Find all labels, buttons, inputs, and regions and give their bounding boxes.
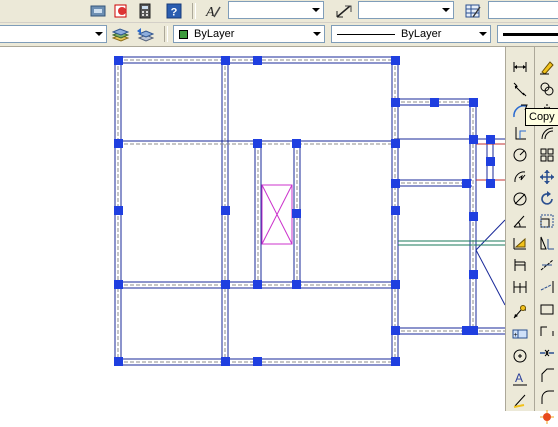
- offset-icon[interactable]: [537, 123, 557, 143]
- chevron-down-icon: [95, 32, 103, 36]
- center-mark-icon[interactable]: [510, 346, 530, 366]
- explode-icon[interactable]: [537, 407, 557, 427]
- plot-preview-icon[interactable]: [88, 1, 108, 20]
- svg-text:A: A: [205, 5, 215, 19]
- dimension-edit-icon[interactable]: A: [510, 368, 530, 388]
- modify-toolbar: [534, 47, 558, 424]
- fillet-icon[interactable]: [537, 387, 557, 407]
- ordinate-dimension-icon[interactable]: [510, 123, 530, 143]
- tolerance-icon[interactable]: +: [510, 324, 530, 344]
- stretch-icon[interactable]: [537, 233, 557, 253]
- extend-icon[interactable]: [537, 277, 557, 297]
- text-style-icon[interactable]: A: [203, 1, 223, 20]
- table-style-icon[interactable]: [463, 1, 483, 20]
- svg-text:+: +: [513, 332, 517, 339]
- copy-tooltip: Copy: [525, 108, 558, 126]
- quick-leader-icon[interactable]: [510, 302, 530, 322]
- chevron-down-icon: [479, 32, 487, 36]
- beam-lines: [114, 56, 506, 366]
- dimension-toolbar: + A: [505, 47, 534, 411]
- break-icon[interactable]: [537, 321, 557, 341]
- copy-icon[interactable]: [537, 79, 557, 99]
- join-icon[interactable]: [537, 343, 557, 363]
- svg-text:A: A: [515, 371, 523, 385]
- svg-text:?: ?: [171, 6, 178, 18]
- scale-icon[interactable]: [537, 211, 557, 231]
- chevron-down-icon: [442, 8, 450, 12]
- break-at-point-icon[interactable]: [537, 299, 557, 319]
- linetype-value: ByLayer: [401, 28, 442, 40]
- lineweight-sample: [503, 33, 558, 36]
- standard-toolbar: ? A: [0, 0, 558, 23]
- color-control-dropdown[interactable]: ByLayer: [173, 25, 325, 43]
- properties-toolbar: ByLayer ByLayer: [0, 23, 558, 47]
- layer-dropdown[interactable]: [0, 25, 107, 43]
- jogged-dimension-icon[interactable]: [510, 167, 530, 187]
- chevron-down-icon: [312, 8, 320, 12]
- continue-dimension-icon[interactable]: [510, 277, 530, 297]
- help-icon[interactable]: ?: [164, 1, 184, 20]
- calculator-icon[interactable]: [135, 1, 155, 20]
- aligned-dimension-icon[interactable]: [510, 79, 530, 99]
- grip-points[interactable]: [114, 56, 495, 366]
- text-style-dropdown[interactable]: [228, 1, 324, 19]
- color-value: ByLayer: [194, 28, 235, 40]
- publish-icon[interactable]: [111, 1, 131, 20]
- dimension-style-icon[interactable]: [334, 1, 354, 20]
- trim-icon[interactable]: [537, 255, 557, 275]
- layer-previous-icon[interactable]: [135, 25, 155, 44]
- rotate-icon[interactable]: [537, 189, 557, 209]
- drawing-area[interactable]: [0, 47, 506, 411]
- make-layer-current-icon[interactable]: [111, 25, 131, 44]
- radius-dimension-icon[interactable]: [510, 145, 530, 165]
- diameter-dimension-icon[interactable]: [510, 189, 530, 209]
- array-icon[interactable]: [537, 145, 557, 165]
- linear-dimension-icon[interactable]: [510, 57, 530, 77]
- floor-plan-drawing: [114, 56, 506, 366]
- color-swatch-icon: [179, 30, 188, 39]
- opening-symbol: [261, 184, 293, 245]
- dimension-text-edit-icon[interactable]: [510, 390, 530, 410]
- dimension-style-dropdown[interactable]: [358, 1, 454, 19]
- linetype-control-dropdown[interactable]: ByLayer: [331, 25, 491, 43]
- chevron-down-icon: [313, 32, 321, 36]
- table-style-dropdown[interactable]: [488, 1, 558, 19]
- angular-dimension-icon[interactable]: [510, 211, 530, 231]
- linetype-sample: [337, 34, 395, 35]
- lineweight-control-dropdown[interactable]: [497, 25, 558, 43]
- baseline-dimension-icon[interactable]: [510, 255, 530, 275]
- quick-dimension-icon[interactable]: [510, 233, 530, 253]
- erase-icon[interactable]: [537, 57, 557, 77]
- move-icon[interactable]: [537, 167, 557, 187]
- chamfer-icon[interactable]: [537, 365, 557, 385]
